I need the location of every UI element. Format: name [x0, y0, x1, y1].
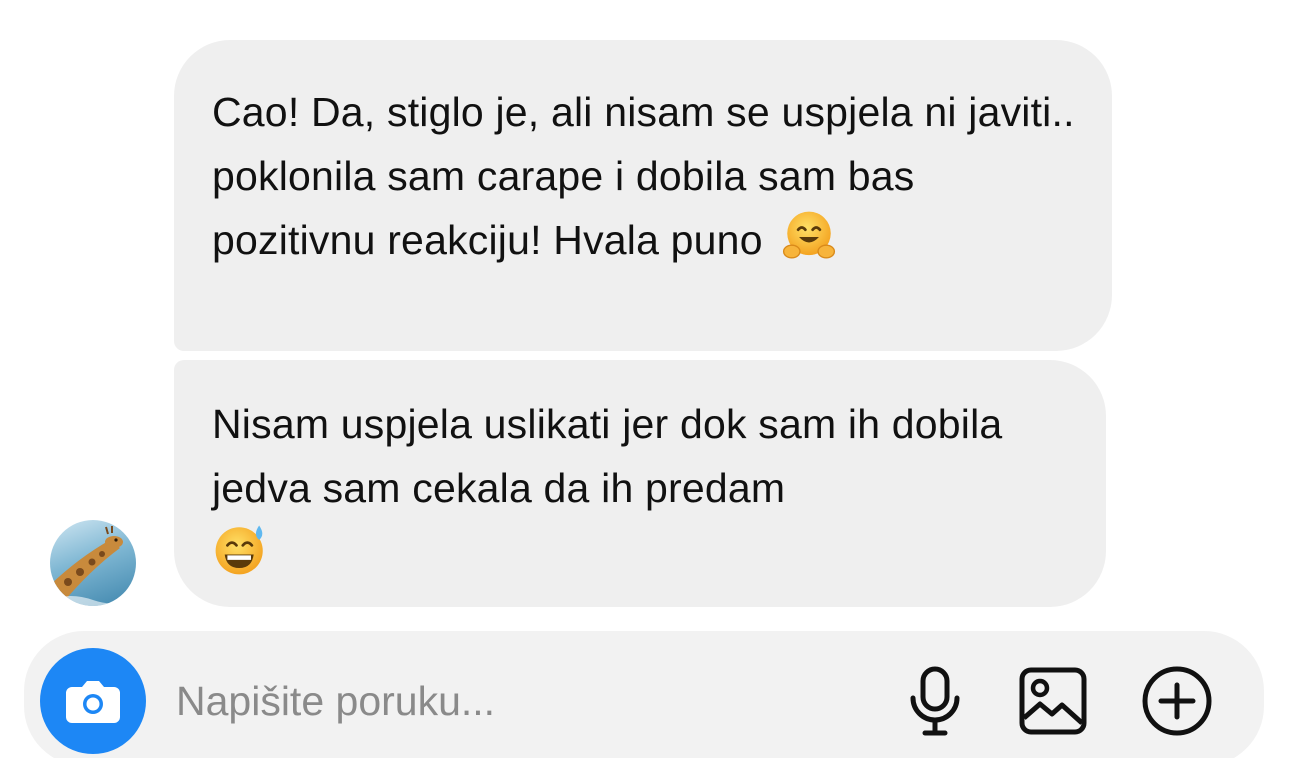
received-message-bubble[interactable]: Cao! Da, stiglo je, ali nisam se uspjela…: [174, 40, 1112, 351]
plus-circle-icon: [1142, 666, 1212, 736]
grinning-face-with-sweat-emoji: [215, 525, 263, 575]
giraffe-avatar-icon: [50, 526, 136, 606]
camera-button[interactable]: [40, 648, 146, 754]
microphone-button[interactable]: [898, 664, 972, 738]
message-text: Nisam uspjela uslikati jer dok sam ih do…: [212, 392, 1076, 584]
message-input[interactable]: Napišite poruku...: [176, 676, 495, 726]
image-icon: [1019, 667, 1087, 735]
gallery-button[interactable]: [1016, 664, 1090, 738]
received-message-bubble[interactable]: Nisam uspjela uslikati jer dok sam ih do…: [174, 360, 1106, 607]
add-button[interactable]: [1140, 664, 1214, 738]
message-text: Cao! Da, stiglo je, ali nisam se uspjela…: [212, 80, 1082, 272]
sender-avatar[interactable]: [50, 520, 136, 606]
microphone-icon: [910, 666, 960, 736]
hugging-face-emoji: [783, 211, 836, 259]
camera-icon: [66, 681, 120, 723]
chat-screen: Cao! Da, stiglo je, ali nisam se uspjela…: [0, 0, 1290, 758]
